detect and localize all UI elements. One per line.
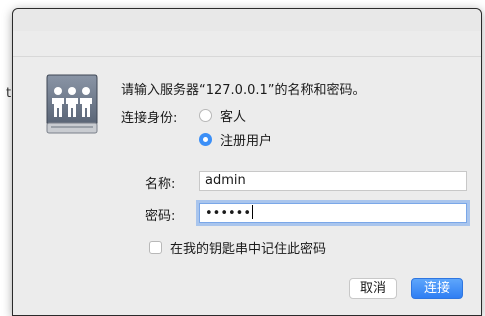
connect-as-label: 连接身份: [121,111,178,126]
dialog-prompt: 请输入服务器“127.0.0.1”的名称和密码。 [121,83,366,98]
background-window-left [0,0,12,316]
radio-guest-label: 客人 [220,110,247,125]
radio-registered-user-indicator[interactable] [199,133,212,146]
remember-password-checkbox[interactable] [149,241,162,254]
cancel-button[interactable]: 取消 [349,278,397,299]
radio-guest[interactable]: 客人 [199,106,246,125]
background-window-text: t [6,86,12,101]
radio-registered-user[interactable]: 注册用户 [199,130,272,149]
remember-password-label: 在我的钥匙串中记住此密码 [170,242,327,257]
radio-registered-user-label: 注册用户 [220,134,273,149]
radio-guest-indicator[interactable] [199,109,212,122]
password-field[interactable]: •••••• [199,203,467,223]
connect-button[interactable]: 连接 [411,278,463,299]
name-field[interactable]: admin [199,171,467,191]
dialog-titlebar [13,9,481,31]
server-users-icon [43,69,101,139]
password-label: 密码: [145,209,176,224]
name-field-value: admin [205,173,246,188]
screen: t 请输入服务器“127.0.0.1”的名称和密码。 连接身份: 客人 注册用户… [0,0,485,316]
password-field-value: •••••• [205,206,252,221]
remember-password-row[interactable]: 在我的钥匙串中记住此密码 [149,238,326,257]
dialog-separator [13,56,481,57]
name-label: 名称: [145,177,176,192]
connect-dialog: 请输入服务器“127.0.0.1”的名称和密码。 连接身份: 客人 注册用户 名… [12,8,482,316]
text-caret [252,205,254,219]
